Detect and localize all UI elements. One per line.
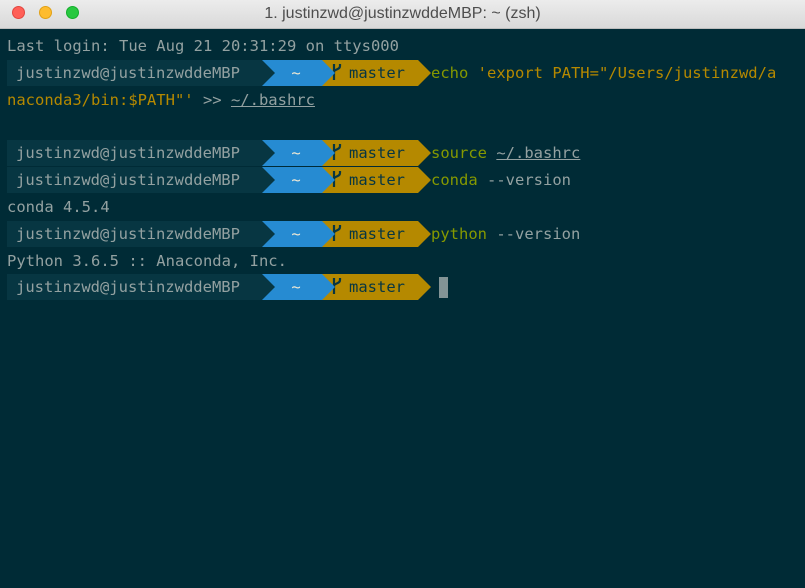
command-argument-path: ~/.bashrc (496, 144, 581, 162)
powerline-separator (322, 167, 335, 193)
prompt-user-host: justinzwd@justinzwddeMBP (7, 140, 262, 166)
branch-name: master (349, 144, 405, 162)
prompt-git-branch: master (322, 140, 418, 166)
redirect-target-path: ~/.bashrc (230, 91, 315, 109)
prompt-git-branch: master (322, 167, 418, 193)
command-output: conda 4.5.4 (7, 198, 110, 216)
command-continuation-line: naconda3/bin:$PATH"' >> ~/.bashrc (7, 87, 315, 113)
text-cursor[interactable] (439, 277, 448, 298)
powerline-separator (262, 60, 275, 86)
command-space (487, 144, 496, 162)
powerline-separator (262, 167, 275, 193)
powerline-separator (418, 140, 431, 166)
prompt-git-branch: master (322, 274, 418, 300)
terminal-window: 1. justinzwd@justinzwddeMBP: ~ (zsh) Las… (0, 0, 805, 588)
terminal-content[interactable]: Last login: Tue Aug 21 20:31:29 on ttys0… (0, 29, 805, 588)
branch-name: master (349, 278, 405, 296)
prompt-user-host: justinzwd@justinzwddeMBP (7, 167, 262, 193)
prompt-git-branch: master (322, 221, 418, 247)
powerline-separator (322, 60, 335, 86)
branch-name: master (349, 171, 405, 189)
command-name: conda (431, 171, 478, 189)
prompt-user-host: justinzwd@justinzwddeMBP (7, 274, 262, 300)
powerline-separator (418, 60, 431, 86)
command-argument: 'export PATH="/Users/justinzwd/a (468, 64, 777, 82)
branch-name: master (349, 225, 405, 243)
command-argument: --version (487, 225, 581, 243)
powerline-separator (418, 167, 431, 193)
command-line: source ~/.bashrc (431, 140, 580, 166)
prompt-user-host: justinzwd@justinzwddeMBP (7, 60, 262, 86)
redirect-operator: >> (193, 91, 231, 109)
command-output: Python 3.6.5 :: Anaconda, Inc. (7, 252, 287, 270)
powerline-separator (418, 221, 431, 247)
command-line: python --version (431, 221, 580, 247)
powerline-separator (262, 221, 275, 247)
powerline-separator (262, 274, 275, 300)
command-name: python (431, 225, 487, 243)
prompt-git-branch: master (322, 60, 418, 86)
powerline-separator (262, 140, 275, 166)
powerline-separator (322, 221, 335, 247)
window-title: 1. justinzwd@justinzwddeMBP: ~ (zsh) (264, 5, 541, 22)
powerline-separator (322, 274, 335, 300)
command-name: echo (431, 64, 469, 82)
prompt-user-host: justinzwd@justinzwddeMBP (7, 221, 262, 247)
command-argument-continued: naconda3/bin:$PATH"' (7, 91, 194, 109)
last-login-line: Last login: Tue Aug 21 20:31:29 on ttys0… (7, 37, 399, 55)
command-argument: --version (477, 171, 571, 189)
command-name: source (431, 144, 487, 162)
command-line: conda --version (431, 167, 571, 193)
command-line: echo 'export PATH="/Users/justinzwd/a (431, 60, 776, 86)
title-bar[interactable]: 1. justinzwd@justinzwddeMBP: ~ (zsh) (0, 0, 805, 29)
powerline-separator (322, 140, 335, 166)
powerline-separator (418, 274, 431, 300)
branch-name: master (349, 64, 405, 82)
